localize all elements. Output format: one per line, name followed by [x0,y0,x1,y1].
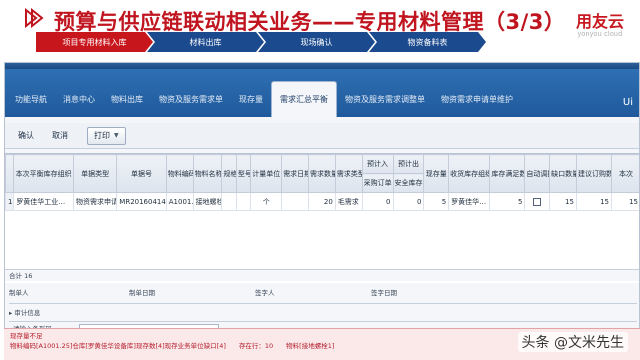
header-group-plan-in: 预计入 [361,154,394,174]
header-bill-type[interactable]: 单据类型 [73,154,118,193]
cell-demand-type[interactable]: 毛需求 [334,192,363,211]
make-date-label: 制单日期 [129,289,155,297]
cell-name[interactable]: 接地螺栓1 [192,192,223,211]
header-this[interactable]: 本次 [611,154,639,193]
confirm-button[interactable]: 确认 [11,127,41,145]
title-logo-icon [25,8,44,28]
header-po[interactable]: 采购订单 [361,173,394,193]
audit-info-toggle[interactable]: ▸ 审计信息 [9,307,40,319]
audit-info-label: 审计信息 [14,309,41,317]
header-safety[interactable]: 安全库存 [392,173,425,193]
tab-demand-balance[interactable]: 需求汇总平衡 [271,81,337,117]
tab-demand-order[interactable]: 物资及服务需求单 [151,81,231,117]
tab-nav[interactable]: 功能导航 [7,81,55,117]
table-row[interactable]: 1 罗黄佳华工业… 物资需求申请 MR20160414000… A1001.25… [5,192,639,211]
app-window: 功能导航 消息中心 物料出库 物资及服务需求单 现存量 需求汇总平衡 物资及服务… [4,62,640,360]
step-site-confirm: 现场确认 [258,32,375,52]
header-org[interactable]: 本次平衡库存组织 [13,154,75,193]
chevron-down-icon: ▼ [114,132,119,139]
cell-bill-no[interactable]: MR20160414000… [116,192,167,211]
cell-satisfied[interactable]: 5 [489,192,526,211]
tab-messages[interactable]: 消息中心 [55,81,103,117]
header-date[interactable]: 需求日期 [281,154,309,193]
cell-code[interactable]: A1001.25 [165,192,194,211]
divider [9,303,637,304]
cell-org[interactable]: 罗黄佳华工业… [13,192,75,211]
print-button[interactable]: 打印 ▼ [87,126,126,145]
brand-name: 用友云 [575,14,624,31]
toolbar: 确认 取消 打印 ▼ [5,123,639,149]
cell-safety[interactable]: 0 [392,192,425,211]
header-demand-type[interactable]: 需求类型 [334,154,363,193]
auto-transfer-checkbox[interactable] [533,197,542,206]
header-bill-no[interactable]: 单据号 [116,154,167,193]
tab-demand-adjust[interactable]: 物资及服务需求调整单 [337,81,433,117]
step-material-prep-table: 物资备料表 [369,32,486,52]
header-onhand[interactable]: 现存量 [423,154,450,193]
maker-label: 制单人 [9,289,29,297]
cell-po[interactable]: 0 [361,192,394,211]
main-tabbar: 功能导航 消息中心 物料出库 物资及服务需求单 现存量 需求汇总平衡 物资及服务… [5,69,639,117]
header-gap[interactable]: 缺口数量 [549,154,577,193]
grid-table: 本次平衡库存组织 单据类型 单据号 物料编码 物料名称 规格 型号 计量单位 需… [5,154,639,211]
cell-model[interactable] [235,192,252,211]
cell-unit[interactable]: 个 [250,192,283,211]
cell-auto-transfer[interactable] [524,192,551,211]
watermark: 头条 @文米先生 [517,332,628,352]
cell-bill-type[interactable]: 物资需求申请 [73,192,118,211]
cell-gap[interactable]: 15 [549,192,577,211]
signer-label: 签字人 [255,289,275,297]
sign-date-label: 签字日期 [371,289,397,297]
cell-spec[interactable] [221,192,237,211]
header-rownum [5,154,15,193]
divider [9,321,637,322]
process-stepper: 项目专用材料入库 材料出库 现场确认 物资备料表 [36,32,486,52]
brand-logo: 用友云 yonyou cloud [576,8,624,38]
cell-recv-org[interactable]: 罗黄佳华… [448,192,491,211]
brand-subtitle: yonyou cloud [577,31,623,38]
tab-onhand[interactable]: 现存量 [231,81,271,117]
header-satisfied[interactable]: 库存满足数量 [489,154,526,193]
cell-date[interactable] [281,192,309,211]
cancel-button[interactable]: 取消 [45,127,75,145]
tab-material-outbound[interactable]: 物料出库 [103,81,151,117]
tabbar-end-label: Ui [622,97,633,108]
header-model[interactable]: 型号 [235,154,252,193]
header-code[interactable]: 物料编码 [165,154,194,193]
row-number: 1 [5,192,15,211]
cell-onhand[interactable]: 5 [423,192,450,211]
tab-demand-apply[interactable]: 物资需求申请单维护 [433,81,521,117]
sum-row: 合计 16 [5,269,639,281]
step-project-material-inbound: 项目专用材料入库 [36,32,153,52]
header-unit[interactable]: 计量单位 [250,154,283,193]
header-name[interactable]: 物料名称 [192,154,223,193]
cell-qty[interactable]: 20 [307,192,336,211]
cell-this[interactable]: 15 [611,192,639,211]
header-group-plan-out: 预计出 [392,154,425,174]
cell-suggest[interactable]: 15 [575,192,613,211]
print-label: 打印 [94,131,110,140]
header-suggest[interactable]: 建议订购数量 [575,154,613,193]
header-spec[interactable]: 规格 [221,154,237,193]
header-auto-transfer[interactable]: 自动调拨 [524,154,551,193]
step-material-outbound: 材料出库 [147,32,264,52]
header-recv-org[interactable]: 收货库存组织 [448,154,491,193]
header-qty[interactable]: 需求数量 [307,154,336,193]
